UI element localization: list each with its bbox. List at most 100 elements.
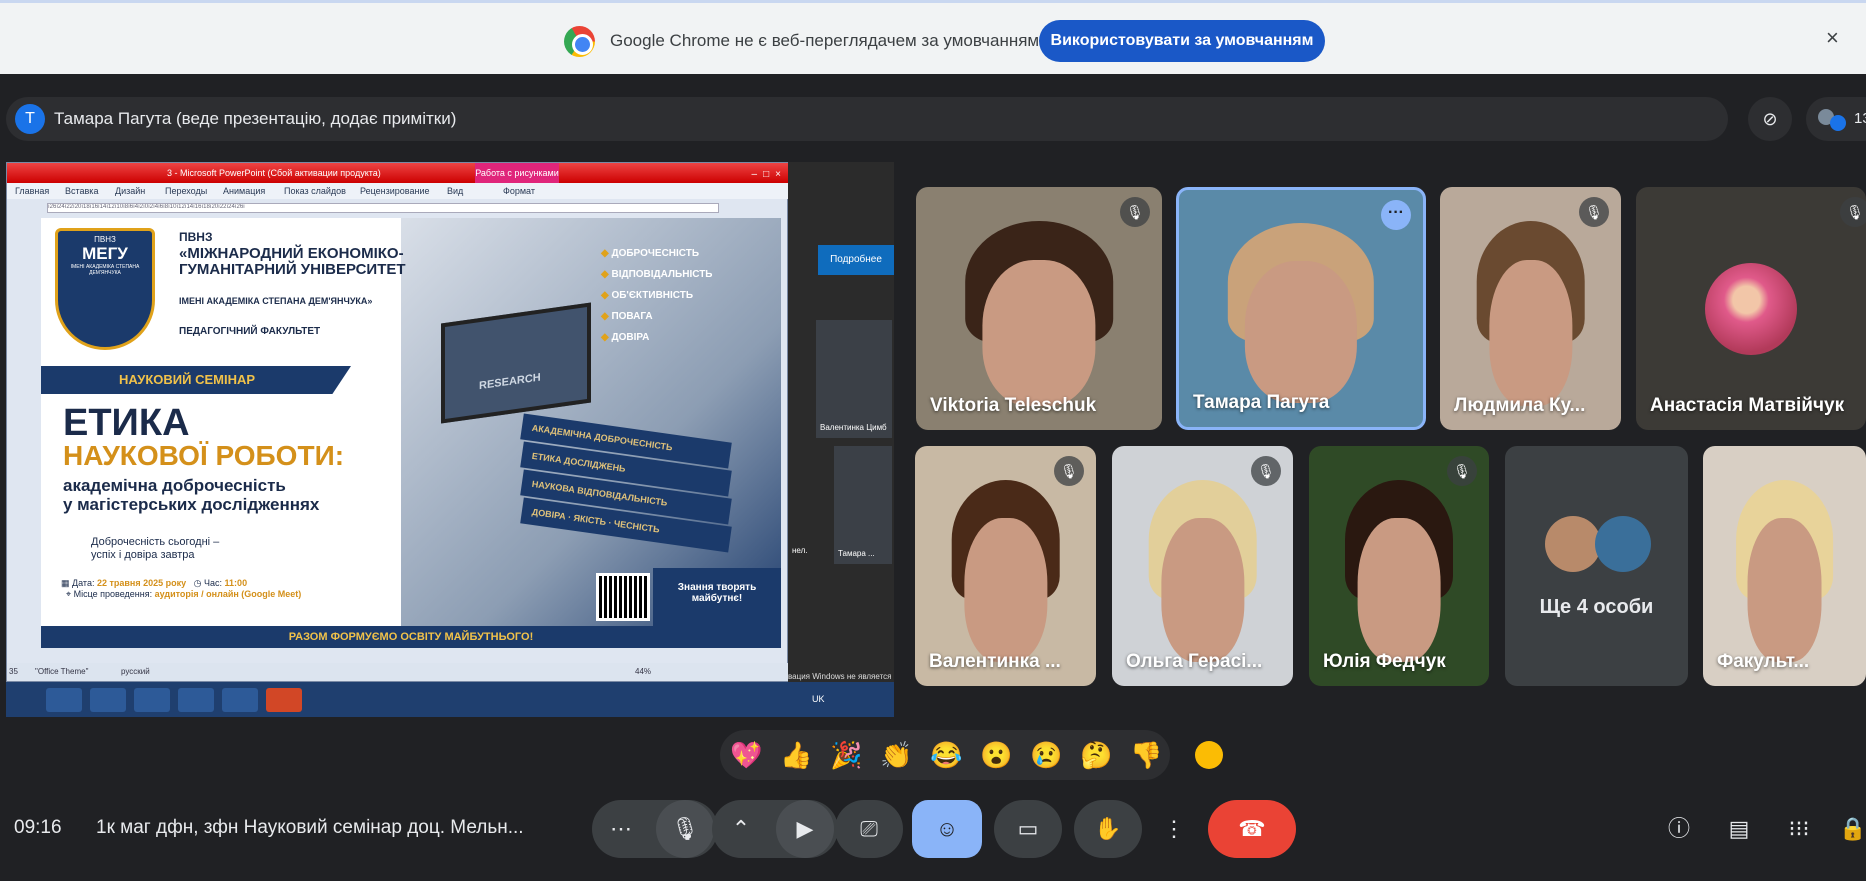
participant-tile[interactable]: 🎙 Viktoria Teleschuk <box>916 187 1162 430</box>
reaction-thinking-icon[interactable]: 🤔 <box>1080 740 1112 770</box>
slide-value-item: ДОБРОЧЕСНІСТЬ <box>601 248 771 269</box>
slide-number: 35 <box>9 667 18 676</box>
ppt-menu-item: Дизайн <box>115 186 146 196</box>
more-options-icon[interactable]: ··· <box>1381 200 1411 230</box>
location-icon: ⌖ <box>66 589 74 599</box>
chat-icon[interactable]: ▤ <box>1722 812 1756 846</box>
participant-tile[interactable]: 🎙 Людмила Ку... <box>1440 187 1621 430</box>
mic-off-icon: 🎙 <box>1251 456 1281 486</box>
slide-quote-a: Доброчесність сьогодні – <box>91 536 220 548</box>
chrome-taskbar-icon <box>46 688 82 712</box>
place-label: Місце проведення: <box>73 589 153 599</box>
participant-avatar <box>1705 262 1797 355</box>
more-participants-tile[interactable]: Ще 4 особи <box>1505 446 1688 686</box>
reaction-sad-icon[interactable]: 😢 <box>1030 740 1062 770</box>
reaction-thumbs-up-icon[interactable]: 👍 <box>780 740 812 770</box>
slide-heading-1: ЕТИКА <box>63 402 190 444</box>
slide-quote: Доброчесність сьогодні – успіх і довіра … <box>91 536 219 562</box>
participant-count: 13 <box>1854 110 1866 127</box>
books-illustration: АКАДЕМІЧНА ДОБРОЧЕСНІСТЬ ЕТИКА ДОСЛІДЖЕН… <box>520 413 732 553</box>
slide-heading-3: академічна доброчесність у магістерських… <box>63 476 319 514</box>
qr-code <box>596 573 650 621</box>
slide-value-item: ВІДПОВІДАЛЬНІСТЬ <box>601 269 771 290</box>
participant-video <box>1160 518 1245 662</box>
slide-faculty: ПЕДАГОГІЧНИЙ ФАКУЛЬТЕТ <box>179 326 321 337</box>
ppt-menu-item: Рецензирование <box>360 186 430 196</box>
ppt-menu-item: Переходы <box>165 186 208 196</box>
more-audio-options-icon[interactable]: ⋯ <box>606 800 636 858</box>
ppt-context-tab: Работа с рисунками <box>475 163 559 183</box>
participant-name: Viktoria Teleschuk <box>930 395 1097 416</box>
skin-tone-picker-icon[interactable] <box>1195 741 1223 769</box>
bg-tile-name: Тамара ... <box>838 549 875 558</box>
participant-video <box>1357 518 1441 662</box>
reaction-heart-icon[interactable]: 💖 <box>730 740 762 770</box>
slide-university: «МІЖНАРОДНИЙ ЕКОНОМІКО-ГУМАНІТАРНИЙ УНІВ… <box>179 245 406 278</box>
powerpoint-window: 3 - Microsoft PowerPoint (Сбой активации… <box>6 162 789 682</box>
participant-name: Людмила Ку... <box>1454 395 1586 416</box>
shared-screen: 3 - Microsoft PowerPoint (Сбой активации… <box>6 162 894 717</box>
tray-language: UK <box>812 694 825 704</box>
end-call-button[interactable]: ☎ <box>1208 800 1296 858</box>
university-shield-logo: ПВНЗ МЕГУ ІМЕНІ АКАДЕМІКА СТЕПАНА ДЕМ'ЯН… <box>55 228 155 350</box>
default-browser-banner: Google Chrome не є веб-переглядачем за у… <box>0 0 1866 74</box>
reaction-surprised-icon[interactable]: 😮 <box>980 740 1012 770</box>
event-info: ▦ Дата: 22 травня 2025 року ◷ Час: 11:00… <box>61 578 301 600</box>
reaction-thumbs-down-icon[interactable]: 👎 <box>1130 740 1162 770</box>
zoom-level: 44% <box>635 667 652 676</box>
close-icon[interactable]: × <box>1826 25 1839 51</box>
slide-heading-3b: у магістерських дослідженнях <box>63 495 320 514</box>
captions-button[interactable]: ▭ <box>994 800 1062 858</box>
present-screen-button[interactable]: ⎚ <box>835 800 903 858</box>
shield-mid-text: МЕГУ <box>82 244 128 263</box>
background-window: Подробнее Валентинка Цимб Тамара ... нел… <box>788 162 894 682</box>
theme-name: "Office Theme" <box>35 667 89 676</box>
slide-heading-2: НАУКОВОЇ РОБОТИ: <box>63 440 345 471</box>
participant-name: Анастасія Матвійчук <box>1650 395 1845 416</box>
participant-video <box>963 518 1048 662</box>
participant-tile[interactable]: 🎙 Валентинка ... <box>915 446 1096 686</box>
info-icon[interactable]: ⓘ <box>1662 812 1696 846</box>
ppt-menu-bar: Главная Вставка Дизайн Переходы Анимация… <box>7 183 789 199</box>
reaction-clap-icon[interactable]: 👏 <box>880 740 912 770</box>
slide-values-list: ДОБРОЧЕСНІСТЬ ВІДПОВІДАЛЬНІСТЬ ОБ'ЄКТИВН… <box>601 248 771 353</box>
microphone-control[interactable]: ⋯ 🎙 <box>592 800 718 858</box>
participant-tile[interactable]: 🎙 Юлія Федчук <box>1309 446 1489 686</box>
set-default-button[interactable]: Використовувати за умовчанням <box>1039 20 1325 62</box>
participant-tile[interactable]: 🎙 Ольга Гераci... <box>1112 446 1293 686</box>
participant-tile[interactable]: Факульт... <box>1703 446 1866 686</box>
slide-value-item: ДОВІРА <box>601 332 771 353</box>
slide-footer: РАЗОМ ФОРМУЄМО ОСВІТУ МАЙБУТНЬОГО! <box>41 626 781 648</box>
place-value: аудиторія / онлайн (Google Meet) <box>154 589 302 599</box>
chevron-up-icon[interactable]: ⌃ <box>726 800 756 858</box>
participant-tile[interactable]: 🎙 Анастасія Матвійчук <box>1636 187 1866 430</box>
ppt-menu-item: Главная <box>15 186 50 196</box>
presenter-bar: T Тамара Пагута (веде презентацію, додає… <box>6 97 1728 141</box>
participant-video <box>1488 259 1573 406</box>
banner-message: Google Chrome не є веб-переглядачем за у… <box>610 31 1040 50</box>
slide-pvnz: ПВНЗ <box>179 230 213 244</box>
camera-icon[interactable]: ▶ <box>776 800 834 858</box>
more-options-button[interactable]: ⋮ <box>1154 800 1194 858</box>
ppt-menu-item: Вид <box>447 186 464 196</box>
camera-control[interactable]: ⌃ ▶ <box>712 800 838 858</box>
slide-slogan: Знання творять майбутнє! <box>653 568 781 626</box>
reaction-party-icon[interactable]: 🎉 <box>830 740 862 770</box>
participant-name: Тамара Пагута <box>1193 392 1330 413</box>
raise-hand-button[interactable]: ✋ <box>1074 800 1142 858</box>
participant-tile[interactable]: ··· Тамара Пагута <box>1176 187 1426 430</box>
participant-video <box>1244 261 1358 404</box>
participant-name: Факульт... <box>1717 651 1810 672</box>
time-value: 11:00 <box>224 578 248 588</box>
participants-button[interactable]: 13 <box>1806 97 1866 141</box>
windows-taskbar: UK <box>6 682 894 717</box>
reaction-laugh-icon[interactable]: 😂 <box>930 740 962 770</box>
ppt-menu-item: Вставка <box>65 186 99 196</box>
hide-self-view-icon[interactable]: ⊘ <box>1748 97 1792 141</box>
microphone-icon[interactable]: 🎙 <box>656 800 714 858</box>
emoji-reactions-button[interactable]: ☺ <box>912 800 982 858</box>
host-controls-icon[interactable]: 🔒 <box>1836 812 1866 846</box>
mic-off-icon: 🎙 <box>1840 197 1866 227</box>
activities-icon[interactable]: ⁝⁝⁝ <box>1782 812 1816 846</box>
clock-icon: ◷ <box>193 578 205 588</box>
